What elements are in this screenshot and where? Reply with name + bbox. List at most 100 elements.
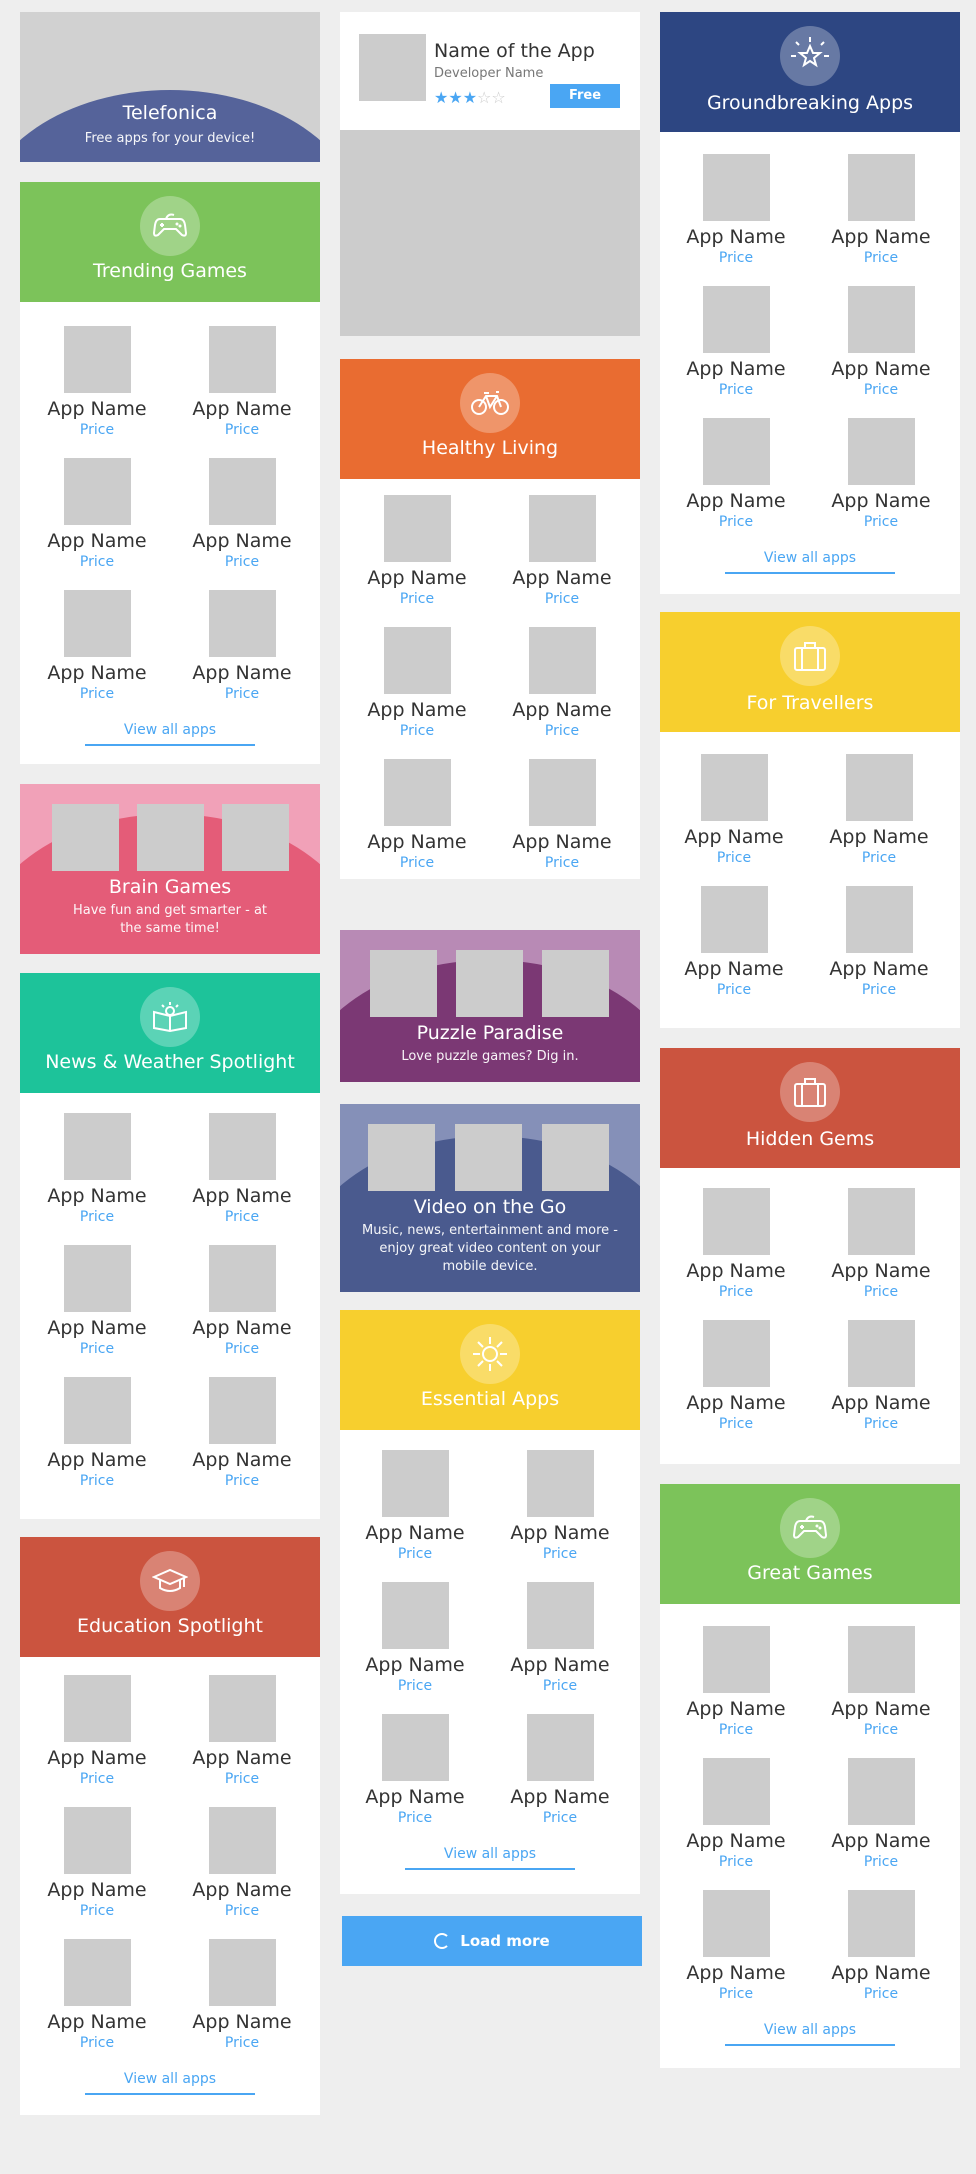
app-tile[interactable]: App Name Price <box>671 1188 801 1301</box>
app-tile[interactable]: App Name Price <box>177 326 307 439</box>
view-all-link[interactable]: View all apps <box>725 2022 895 2046</box>
section-title: Hidden Gems <box>745 1128 875 1150</box>
app-tile[interactable]: App Name Price <box>177 1807 307 1920</box>
section-header[interactable]: For Travellers <box>660 612 960 732</box>
featured-app-name[interactable]: Name of the App <box>434 40 595 62</box>
app-tile[interactable]: App Name Price <box>350 1714 480 1827</box>
app-tile[interactable]: App Name Price <box>816 1188 946 1301</box>
app-tile[interactable]: App Name Price <box>177 1245 307 1358</box>
banner-app-thumbnail[interactable] <box>542 1124 609 1191</box>
banner-subtitle: Music, news, entertainment and more - en… <box>362 1223 618 1274</box>
app-tile[interactable]: App Name Price <box>32 1377 162 1490</box>
section-header[interactable]: Healthy Living <box>340 359 640 479</box>
app-tile[interactable]: App Name Price <box>816 418 946 531</box>
app-tile[interactable]: App Name Price <box>495 1714 625 1827</box>
app-tile[interactable]: App Name Price <box>814 754 944 867</box>
banner-app-thumbnail[interactable] <box>455 1124 522 1191</box>
featured-app-thumbnail[interactable] <box>359 34 426 101</box>
telefonica-banner[interactable]: Telefonica Free apps for your device! <box>20 12 320 162</box>
app-thumbnail <box>847 1758 915 1825</box>
view-all-link[interactable]: View all apps <box>85 2071 255 2095</box>
app-tile[interactable]: App Name Price <box>497 627 627 740</box>
app-price: Price <box>79 1209 115 1225</box>
app-tile[interactable]: App Name Price <box>177 1939 307 2052</box>
free-button[interactable]: Free <box>550 84 620 108</box>
app-tile[interactable]: App Name Price <box>671 1758 801 1871</box>
app-tile[interactable]: App Name Price <box>32 458 162 571</box>
section-header[interactable]: Essential Apps <box>340 1310 640 1430</box>
app-tile[interactable]: App Name Price <box>497 759 627 872</box>
section-header[interactable]: Hidden Gems <box>660 1048 960 1168</box>
app-tile[interactable]: App Name Price <box>495 1450 625 1563</box>
app-tile[interactable]: App Name Price <box>177 1377 307 1490</box>
app-tile[interactable]: App Name Price <box>32 1675 162 1788</box>
featured-screenshot[interactable] <box>340 130 640 336</box>
app-tile[interactable]: App Name Price <box>816 1758 946 1871</box>
app-tile[interactable]: App Name Price <box>671 154 801 267</box>
app-tile[interactable]: App Name Price <box>32 1113 162 1226</box>
featured-app-card[interactable]: Name of the App Developer Name ★★★☆☆ Fre… <box>340 12 640 336</box>
app-tile[interactable]: App Name Price <box>352 759 482 872</box>
banner-app-thumbnail[interactable] <box>368 1124 435 1191</box>
app-tile[interactable]: App Name Price <box>352 627 482 740</box>
app-price: Price <box>224 422 260 438</box>
app-tile[interactable]: App Name Price <box>352 495 482 608</box>
app-thumbnail <box>528 759 596 826</box>
app-tile[interactable]: App Name Price <box>671 418 801 531</box>
view-all-link[interactable]: View all apps <box>725 550 895 574</box>
app-tile[interactable]: App Name Price <box>350 1450 480 1563</box>
view-all-link[interactable]: View all apps <box>405 1846 575 1870</box>
view-all-link[interactable]: View all apps <box>85 722 255 746</box>
section-title: Education Spotlight <box>77 1615 263 1637</box>
banner-app-thumbnail[interactable] <box>222 804 289 871</box>
app-tile[interactable]: App Name Price <box>814 886 944 999</box>
app-thumbnail <box>702 1320 770 1387</box>
app-thumbnail <box>208 590 276 657</box>
banner-app-thumbnail[interactable] <box>137 804 204 871</box>
app-price: Price <box>718 382 754 398</box>
app-price: Price <box>718 1854 754 1870</box>
banner-app-thumbnail[interactable] <box>52 804 119 871</box>
app-thumbnail <box>63 1807 131 1874</box>
app-tile[interactable]: App Name Price <box>816 1890 946 2003</box>
app-tile[interactable]: App Name Price <box>32 590 162 703</box>
section-header[interactable]: News & Weather Spotlight <box>20 973 320 1093</box>
banner-app-thumbnail[interactable] <box>370 950 437 1017</box>
app-price: Price <box>718 1284 754 1300</box>
app-tile[interactable]: App Name Price <box>816 154 946 267</box>
video-on-the-go-banner[interactable]: Video on the Go Music, news, entertainme… <box>340 1104 640 1292</box>
app-tile[interactable]: App Name Price <box>669 886 799 999</box>
app-tile[interactable]: App Name Price <box>669 754 799 867</box>
app-tile[interactable]: App Name Price <box>671 1320 801 1433</box>
app-tile[interactable]: App Name Price <box>671 1890 801 2003</box>
app-tile[interactable]: App Name Price <box>177 590 307 703</box>
app-thumbnail <box>208 1377 276 1444</box>
app-tile[interactable]: App Name Price <box>177 458 307 571</box>
app-tile[interactable]: App Name Price <box>816 286 946 399</box>
banner-app-thumbnail[interactable] <box>542 950 609 1017</box>
app-tile[interactable]: App Name Price <box>32 1939 162 2052</box>
rating-stars: ★★★☆☆ <box>434 88 506 107</box>
app-thumbnail <box>528 627 596 694</box>
app-tile[interactable]: App Name Price <box>816 1320 946 1433</box>
banner-app-thumbnail[interactable] <box>456 950 523 1017</box>
app-tile[interactable]: App Name Price <box>497 495 627 608</box>
app-tile[interactable]: App Name Price <box>32 1245 162 1358</box>
app-thumbnail <box>383 495 451 562</box>
app-tile[interactable]: App Name Price <box>177 1675 307 1788</box>
app-tile[interactable]: App Name Price <box>32 326 162 439</box>
app-tile[interactable]: App Name Price <box>177 1113 307 1226</box>
load-more-button[interactable]: Load more <box>342 1916 642 1966</box>
app-tile[interactable]: App Name Price <box>350 1582 480 1695</box>
app-tile[interactable]: App Name Price <box>32 1807 162 1920</box>
puzzle-paradise-banner[interactable]: Puzzle Paradise Love puzzle games? Dig i… <box>340 930 640 1082</box>
brain-games-banner[interactable]: Brain Games Have fun and get smarter - a… <box>20 784 320 954</box>
app-tile[interactable]: App Name Price <box>495 1582 625 1695</box>
section-header[interactable]: Great Games <box>660 1484 960 1604</box>
app-tile[interactable]: App Name Price <box>671 1626 801 1739</box>
section-header[interactable]: Education Spotlight <box>20 1537 320 1657</box>
app-tile[interactable]: App Name Price <box>671 286 801 399</box>
app-tile[interactable]: App Name Price <box>816 1626 946 1739</box>
section-header[interactable]: Trending Games <box>20 182 320 302</box>
section-header[interactable]: Groundbreaking Apps <box>660 12 960 132</box>
